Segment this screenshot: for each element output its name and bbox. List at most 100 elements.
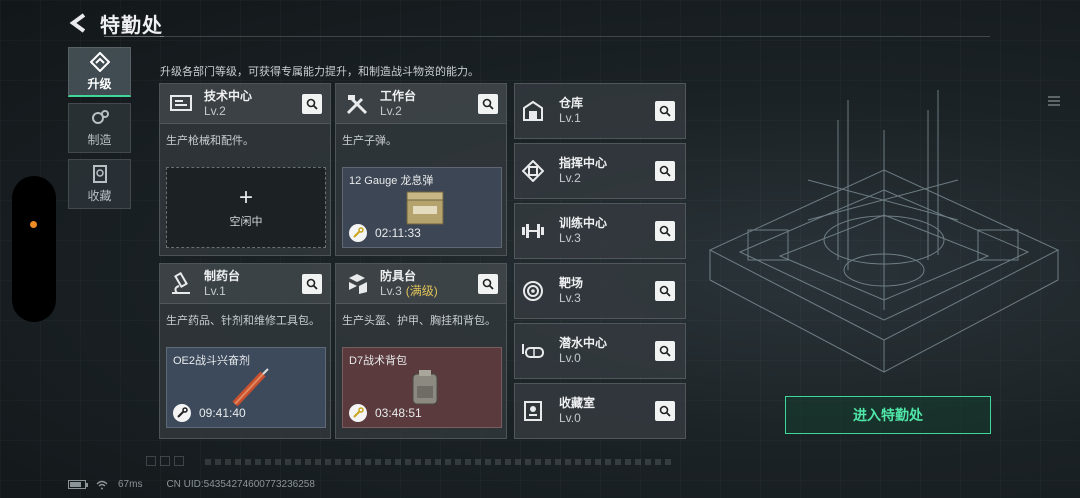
ammo-box-icon: [406, 191, 444, 225]
idle-slot[interactable]: + 空闲中: [166, 167, 326, 248]
facility-name: 训练中心: [559, 216, 608, 230]
gears-icon: [91, 110, 109, 124]
search-button[interactable]: [655, 401, 675, 421]
upgrade-icon: [89, 51, 110, 72]
department-description: 生产头盔、护甲、胸挂和背包。: [342, 315, 496, 327]
card-header: 制药台 Lv.1: [160, 264, 330, 304]
max-level-badge: (满级): [405, 283, 438, 298]
title-divider-accent: [104, 36, 164, 37]
facility-card-warehouse[interactable]: 仓库 Lv.1: [514, 83, 686, 139]
search-icon: [659, 285, 671, 297]
title-divider: [160, 36, 990, 37]
pharmacy-icon: [168, 271, 194, 297]
facility-level: Lv.2: [559, 171, 581, 185]
facility-card-shooting-range[interactable]: 靶场 Lv.3: [514, 263, 686, 319]
workbench-icon: [344, 91, 370, 117]
production-slot[interactable]: OE2战斗兴奋剂 09:41:40: [166, 347, 326, 428]
search-button[interactable]: [655, 221, 675, 241]
tab-label: 制造: [87, 133, 112, 147]
footer-decoration: [146, 456, 184, 466]
search-button[interactable]: [655, 161, 675, 181]
department-name: 工作台: [380, 88, 417, 103]
search-icon: [306, 278, 318, 290]
timer-text: 09:41:40: [199, 406, 246, 420]
tab-collection[interactable]: 收藏: [68, 159, 131, 209]
search-button[interactable]: [655, 101, 675, 121]
category-tabs: 升级 制造 收藏: [68, 47, 131, 209]
page-title: 特勤处: [100, 14, 163, 37]
search-button[interactable]: [302, 274, 322, 294]
department-description: 生产枪械和配件。: [166, 135, 254, 147]
command-center-icon: [521, 159, 545, 183]
facility-card-training-center[interactable]: 训练中心 Lv.3: [514, 203, 686, 259]
search-button[interactable]: [655, 281, 675, 301]
idle-status: 空闲中: [229, 215, 263, 228]
dumbbell-icon: [521, 219, 545, 243]
facility-card-command-center[interactable]: 指挥中心 Lv.2: [514, 143, 686, 199]
facility-name: 潜水中心: [559, 336, 608, 350]
backpack-icon: [412, 370, 438, 405]
production-item-name: 12 Gauge 龙息弹: [349, 175, 434, 187]
diving-icon: [521, 339, 545, 363]
search-icon: [306, 98, 318, 110]
wrench-icon: [349, 224, 367, 242]
timer-text: 03:48:51: [375, 406, 422, 420]
base-structure-illustration: [708, 90, 1060, 373]
search-icon: [659, 345, 671, 357]
production-timer: 09:41:40: [173, 404, 246, 422]
footer-dash-decoration: [205, 459, 675, 465]
department-card-armor-bench[interactable]: 防具台 Lv.3 (满级) 生产头盔、护甲、胸挂和背包。 D7战术背包 03:48…: [335, 263, 507, 439]
notification-dot: [30, 221, 37, 228]
wrench-icon: [173, 404, 191, 422]
timer-text: 02:11:33: [375, 226, 421, 240]
facility-card-diving-center[interactable]: 潜水中心 Lv.0: [514, 323, 686, 379]
wrench-icon: [349, 404, 367, 422]
warehouse-icon: [521, 99, 545, 123]
search-button[interactable]: [302, 94, 322, 114]
collection-icon: [92, 165, 107, 183]
search-button[interactable]: [655, 341, 675, 361]
tab-upgrade[interactable]: 升级: [68, 47, 131, 97]
upgrade-description: 升级各部门等级，可获得专属能力提升，和制造战斗物资的能力。: [160, 66, 479, 78]
card-header: 防具台 Lv.3 (满级): [336, 264, 506, 304]
tab-label: 收藏: [87, 189, 112, 203]
facility-card-collection-room[interactable]: 收藏室 Lv.0: [514, 383, 686, 439]
department-level: Lv.1: [204, 283, 226, 298]
department-name: 技术中心: [204, 88, 253, 103]
card-header: 工作台 Lv.2: [336, 84, 506, 124]
facility-level: Lv.3: [559, 291, 581, 305]
search-icon: [659, 165, 671, 177]
search-icon: [659, 225, 671, 237]
department-card-tech-center[interactable]: 技术中心 Lv.2 生产枪械和配件。 + 空闲中: [159, 83, 331, 256]
facility-name: 靶场: [559, 276, 584, 290]
ping-value: 67ms: [118, 479, 143, 490]
card-header: 技术中心 Lv.2: [160, 84, 330, 124]
tab-craft[interactable]: 制造: [68, 103, 131, 153]
top-bar: 特勤处: [66, 8, 163, 38]
facility-level: Lv.0: [559, 411, 581, 425]
department-card-pharmacy[interactable]: 制药台 Lv.1 生产药品、针剂和维修工具包。 OE2战斗兴奋剂 09:41:4…: [159, 263, 331, 439]
right-edge-decoration: [1048, 96, 1060, 106]
facility-name: 收藏室: [559, 396, 596, 410]
tab-label: 升级: [87, 76, 112, 91]
facility-name: 仓库: [559, 96, 584, 110]
production-slot[interactable]: 12 Gauge 龙息弹 02:11:33: [342, 167, 502, 248]
production-timer: 02:11:33: [349, 224, 421, 242]
level-value: Lv.3: [380, 283, 402, 298]
search-button[interactable]: [478, 274, 498, 294]
back-arrow-icon: [69, 13, 86, 33]
search-icon: [482, 278, 494, 290]
floating-side-handle[interactable]: [12, 176, 56, 322]
department-description: 生产子弹。: [342, 135, 397, 147]
search-icon: [659, 405, 671, 417]
enter-special-ops-button[interactable]: 进入特勤处: [785, 396, 991, 434]
department-name: 防具台: [380, 268, 417, 283]
search-button[interactable]: [478, 94, 498, 114]
back-button[interactable]: [66, 11, 90, 35]
production-slot[interactable]: D7战术背包 03:48:51: [342, 347, 502, 428]
search-icon: [482, 98, 494, 110]
wifi-icon: [96, 480, 108, 489]
production-timer: 03:48:51: [349, 404, 422, 422]
department-card-workbench[interactable]: 工作台 Lv.2 生产子弹。 12 Gauge 龙息弹 02:11:33: [335, 83, 507, 256]
collection-room-icon: [521, 399, 545, 423]
